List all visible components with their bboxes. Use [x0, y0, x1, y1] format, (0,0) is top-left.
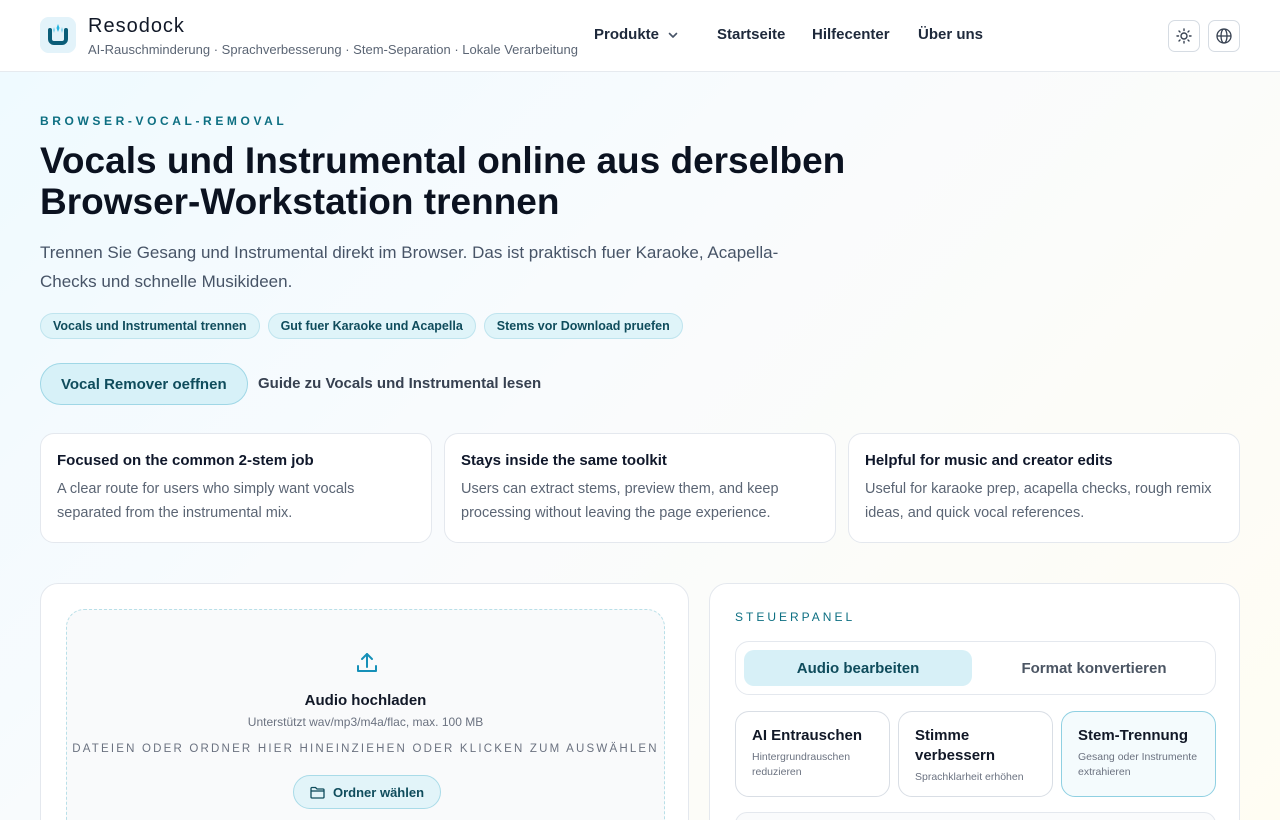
mode-tabs: Audio bearbeiten Format konvertieren [735, 641, 1216, 695]
hero-eyebrow: BROWSER-VOCAL-REMOVAL [40, 114, 288, 128]
brand-tagline: AI-Rauschminderung · Sprachverbesserung … [88, 42, 578, 57]
brand-name[interactable]: Resodock [88, 15, 185, 38]
audio-dropzone[interactable]: Audio hochladen Unterstützt wav/mp3/m4a/… [66, 609, 665, 820]
upload-title: Audio hochladen [304, 692, 427, 709]
folder-icon [310, 786, 325, 799]
feature-card: Stays inside the same toolkit Users can … [444, 433, 836, 543]
mode-description: Gesang oder Instrumente extrahieren [1078, 751, 1198, 778]
upload-drag-text: DATEIEN ODER ORDNER HIER HINEINZIEHEN OD… [72, 743, 659, 755]
chevron-down-icon [668, 32, 678, 38]
resodock-logo[interactable] [40, 17, 76, 53]
feature-text: Users can extract stems, preview them, a… [461, 481, 779, 521]
globe-icon [1216, 28, 1232, 44]
feature-chips: Vocals und Instrumental trennen Gut fuer… [40, 313, 683, 339]
top-header: Resodock AI-Rauschminderung · Sprachverb… [0, 0, 1280, 72]
nav-produkte-label: Produkte [594, 26, 660, 43]
mode-title: Stimme verbessern [915, 727, 996, 764]
nav-ueber-uns[interactable]: Über uns [918, 26, 983, 43]
chip-stems-preview: Stems vor Download pruefen [483, 313, 683, 339]
feature-title: Helpful for music and creator edits [865, 452, 1113, 469]
tab-format-konvertieren[interactable]: Format konvertieren [980, 650, 1208, 686]
language-button[interactable] [1208, 20, 1240, 52]
feature-text: A clear route for users who simply want … [57, 481, 355, 521]
nav-startseite[interactable]: Startseite [717, 26, 785, 43]
upload-panel: Audio hochladen Unterstützt wav/mp3/m4a/… [40, 583, 689, 820]
nav-hilfecenter[interactable]: Hilfecenter [812, 26, 890, 43]
upload-format-hint: Unterstützt wav/mp3/m4a/flac, max. 100 M… [247, 715, 484, 729]
feature-title: Stays inside the same toolkit [461, 452, 667, 469]
chip-vocals-instrumental: Vocals und Instrumental trennen [40, 313, 260, 339]
feature-card: Focused on the common 2-stem job A clear… [40, 433, 432, 543]
mode-title: AI Entrauschen [752, 727, 863, 744]
mode-ai-entrauschen[interactable]: AI Entrauschen Hintergrundrauschen reduz… [735, 711, 890, 797]
choose-folder-button[interactable]: Ordner wählen [293, 775, 442, 809]
feature-title: Focused on the common 2-stem job [57, 452, 314, 469]
tab-audio-bearbeiten[interactable]: Audio bearbeiten [744, 650, 972, 686]
mode-title: Stem-Trennung [1078, 727, 1189, 744]
sun-icon [1176, 28, 1192, 44]
hero-subtitle: Trennen Sie Gesang und Instrumental dire… [40, 243, 779, 291]
theme-toggle-button[interactable] [1168, 20, 1200, 52]
mode-description: Sprachklarheit erhöhen [915, 771, 1024, 783]
control-panel-title: STEUERPANEL [735, 610, 856, 624]
open-vocal-remover-button[interactable]: Vocal Remover oeffnen [40, 363, 248, 405]
nav-produkte[interactable]: Produkte [594, 26, 679, 43]
page-title: Vocals und Instrumental online aus derse… [40, 140, 846, 222]
mode-stem-trennung[interactable]: Stem-Trennung Gesang oder Instrumente ex… [1061, 711, 1216, 797]
control-panel: STEUERPANEL Audio bearbeiten Format konv… [709, 583, 1240, 820]
upload-icon [357, 653, 377, 672]
mode-description: Hintergrundrauschen reduzieren [752, 751, 851, 778]
mode-stimme-verbessern[interactable]: Stimme verbessern Sprachklarheit erhöhen [898, 711, 1053, 797]
chip-karaoke-acapella: Gut fuer Karaoke und Acapella [267, 313, 476, 339]
choose-folder-label: Ordner wählen [333, 784, 425, 800]
feature-text: Useful for karaoke prep, acapella checks… [865, 481, 1212, 521]
feature-card: Helpful for music and creator edits Usef… [848, 433, 1240, 543]
guide-link[interactable]: Guide zu Vocals und Instrumental lesen [258, 375, 541, 392]
settings-section [735, 812, 1216, 820]
